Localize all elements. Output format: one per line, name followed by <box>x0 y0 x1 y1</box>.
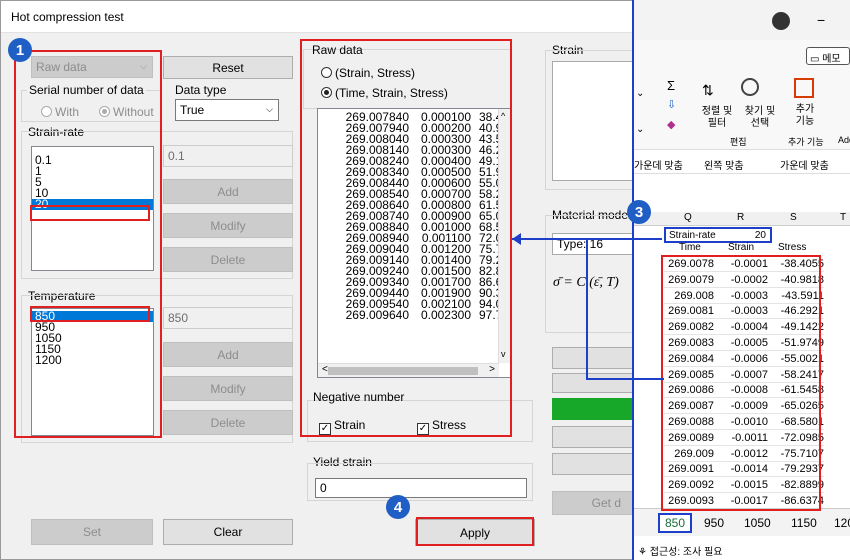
col-header[interactable]: Q <box>684 212 692 223</box>
step-badge-1: 1 <box>8 38 32 62</box>
highlight-box-strain-rate <box>30 205 150 221</box>
modify-temperature-button[interactable]: Modify <box>163 376 293 401</box>
sort-filter-label[interactable]: 정렬 및 필터 <box>694 106 740 130</box>
sort-filter-icon[interactable]: ⇅ <box>702 82 714 99</box>
accessibility-icon: ⚘ <box>638 547 650 558</box>
sheet-tab-active[interactable]: 850 <box>658 513 692 533</box>
chevron-down-icon[interactable]: ⌄ <box>636 88 644 99</box>
avatar[interactable] <box>772 12 790 30</box>
col-header[interactable]: T <box>840 212 846 223</box>
add-group-label: Add <box>838 135 850 145</box>
time-header: Time <box>679 242 701 253</box>
edit-group-label: 편집 <box>730 137 747 147</box>
set-button[interactable]: Set <box>31 519 153 545</box>
column-header-row: Q R S T <box>634 212 850 226</box>
modify-strain-rate-button[interactable]: Modify <box>163 213 293 238</box>
strain-rate-cell[interactable]: Strain-rate 20 <box>664 227 772 243</box>
add-temperature-button[interactable]: Add <box>163 342 293 367</box>
sheet-tab[interactable]: 950 <box>704 516 724 530</box>
strain-rate-cell-value: 20 <box>754 230 766 241</box>
add-strain-rate-button[interactable]: Add <box>163 179 293 204</box>
fill-icon[interactable]: ⇩ <box>667 98 676 111</box>
delete-strain-rate-button[interactable]: Delete <box>163 247 293 272</box>
align-center-button-2[interactable]: 가운데 맞춤 <box>780 157 829 172</box>
memo-label: 메모 <box>822 54 841 65</box>
addin-icon[interactable] <box>794 78 814 98</box>
strain-header: Strain <box>728 242 755 253</box>
find-select-label[interactable]: 찾기 및 선택 <box>738 106 782 130</box>
sum-icon[interactable]: Σ <box>667 78 675 93</box>
sheet-tab[interactable]: 120 <box>834 516 850 530</box>
chevron-down-icon: ⌵ <box>266 104 273 114</box>
excel-titlebar: − <box>634 0 850 40</box>
connector-line <box>586 378 664 380</box>
strain-plot <box>552 61 642 181</box>
sheet-tabs: 850 950 1050 1150 120 <box>634 508 850 536</box>
highlight-box-apply <box>416 517 534 546</box>
highlight-box-raw-data <box>300 39 512 437</box>
sheet-tab[interactable]: 1150 <box>791 516 817 530</box>
type-select[interactable]: Type: 16 <box>552 233 642 255</box>
align-left-button[interactable]: 왼쪽 맞춤 <box>704 157 744 172</box>
col-header[interactable]: S <box>790 212 797 223</box>
sheet-tab[interactable]: 1050 <box>744 516 771 530</box>
right-button-1[interactable] <box>552 347 642 369</box>
progress-bar <box>552 398 642 420</box>
reset-button[interactable]: Reset <box>163 56 293 79</box>
col-header[interactable]: R <box>737 212 744 223</box>
connector-line <box>586 238 588 380</box>
comment-icon: ▭ <box>810 54 823 65</box>
datatype-select[interactable]: True ⌵ <box>175 99 279 121</box>
step-badge-3: 3 <box>627 200 651 224</box>
right-button-3[interactable] <box>552 426 642 448</box>
chevron-down-icon[interactable]: ⌄ <box>636 124 644 135</box>
arrow-head-icon <box>512 233 521 245</box>
step-badge-4: 4 <box>386 495 410 519</box>
stress-header: Stress <box>778 242 807 253</box>
status-bar: ⚘ 접근성: 조사 필요 <box>634 538 850 560</box>
right-button-2[interactable] <box>552 373 642 393</box>
status-text[interactable]: 접근성: 조사 필요 <box>650 547 723 558</box>
datatype-label: Data type <box>175 83 227 97</box>
right-button-4[interactable] <box>552 453 642 475</box>
highlight-box-left <box>14 50 162 438</box>
ribbon: ▭ 메모 ⌄ ⌄ Σ ⇩ ◆ ⇅ 정렬 및 필터 찾기 및 선택 추가 기능 편… <box>634 40 850 150</box>
find-icon[interactable] <box>741 78 759 96</box>
temperature-input[interactable]: 850 <box>163 307 293 329</box>
clear-icon[interactable]: ◆ <box>667 118 675 131</box>
alignment-bar: 가운데 맞춤 왼쪽 맞춤 가운데 맞춤 <box>634 152 850 174</box>
highlight-box-temperature <box>30 306 150 322</box>
window-title: Hot compression test <box>11 10 124 24</box>
excel-header-row: Time Strain Stress <box>664 242 824 255</box>
strain-rate-cell-label: Strain-rate <box>669 230 716 241</box>
addin-group-label: 추가 기능 <box>788 137 824 147</box>
memo-button[interactable]: ▭ 메모 <box>806 47 850 65</box>
clear-button[interactable]: Clear <box>163 519 293 545</box>
yield-strain-input[interactable]: 0 <box>315 478 527 498</box>
datatype-value: True <box>180 103 205 117</box>
get-button[interactable]: Get d <box>552 491 642 515</box>
align-center-button[interactable]: 가운데 맞춤 <box>634 157 683 172</box>
highlight-box-excel <box>661 255 821 511</box>
minimize-icon[interactable]: − <box>817 12 825 28</box>
strain-rate-input[interactable]: 0.1 <box>163 145 293 167</box>
delete-temperature-button[interactable]: Delete <box>163 410 293 435</box>
addin-label[interactable]: 추가 기능 <box>789 104 821 128</box>
